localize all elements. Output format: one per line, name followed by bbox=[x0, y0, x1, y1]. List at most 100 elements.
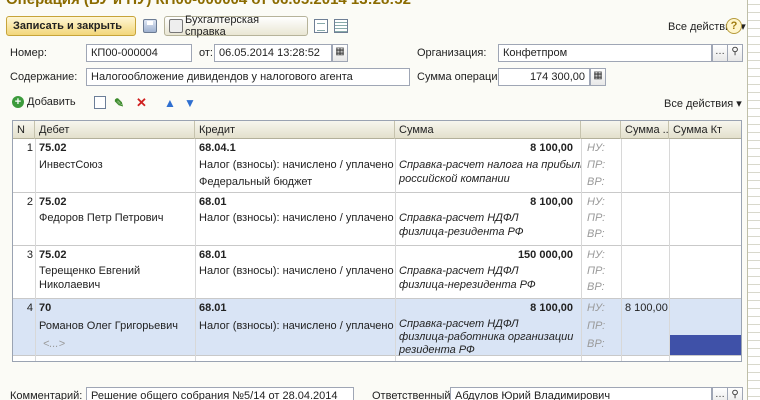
credit-subconto: Налог (взносы): начислено / уплачено bbox=[199, 265, 394, 277]
table-row-selected[interactable]: 4 70 Романов Олег Григорьевич <...> 68.0… bbox=[13, 299, 741, 356]
row-number: 1 bbox=[26, 142, 33, 154]
organization-label: Организация: bbox=[417, 47, 487, 59]
main-toolbar: Записать и закрыть Бухгалтерская справка… bbox=[6, 14, 746, 38]
copy-icon[interactable] bbox=[94, 96, 106, 109]
debit-account: 70 bbox=[39, 302, 52, 314]
date-field[interactable]: 06.05.2014 13:28:52 bbox=[214, 44, 332, 62]
delete-icon[interactable]: ✕ bbox=[136, 96, 147, 109]
entries-table: N Дебет Кредит Сумма Сумма ... Сумма Кт … bbox=[12, 120, 742, 362]
list-icon[interactable] bbox=[334, 19, 348, 33]
entry-description: резидента РФ bbox=[399, 344, 475, 356]
save-icon[interactable] bbox=[143, 19, 157, 33]
row-number: 4 bbox=[26, 302, 33, 314]
header-debit[interactable]: Дебет bbox=[35, 121, 195, 139]
table-header: N Дебет Кредит Сумма Сумма ... Сумма Кт bbox=[13, 121, 741, 139]
entry-description: российской компании bbox=[399, 173, 510, 185]
active-cell-highlight[interactable] bbox=[669, 335, 741, 355]
header-n[interactable]: N bbox=[13, 121, 35, 139]
content-field[interactable]: Налогообложение дивидендов у налогового … bbox=[86, 68, 410, 86]
row-number: 3 bbox=[26, 249, 33, 261]
column-divider bbox=[621, 139, 622, 361]
credit-account: 68.04.1 bbox=[199, 142, 236, 154]
column-divider bbox=[195, 139, 196, 361]
number-field[interactable]: КП00-000004 bbox=[86, 44, 192, 62]
torn-edge bbox=[748, 0, 760, 400]
organization-field[interactable]: Конфетпром bbox=[498, 44, 712, 62]
document-window: Операция (БУ и НУ) КП00-000004 от 06.05.… bbox=[0, 0, 748, 400]
debit-subconto-empty: <...> bbox=[43, 338, 66, 350]
row-number: 2 bbox=[26, 196, 33, 208]
vr-label: ВР: bbox=[587, 281, 605, 293]
entry-description: физлица-резидента РФ bbox=[399, 226, 524, 238]
search-icon[interactable]: ⚲ bbox=[727, 44, 743, 62]
credit-subconto: Налог (взносы): начислено / уплачено bbox=[199, 212, 394, 224]
column-divider bbox=[395, 139, 396, 361]
credit-account: 68.01 bbox=[199, 302, 227, 314]
credit-subconto: Налог (взносы): начислено / уплачено bbox=[199, 320, 394, 332]
move-down-icon[interactable]: ▼ bbox=[184, 97, 196, 109]
add-label: Добавить bbox=[27, 96, 76, 108]
entry-description: Справка-расчет НДФЛ bbox=[399, 212, 519, 224]
accounting-reference-button[interactable]: Бухгалтерская справка bbox=[164, 14, 308, 38]
calendar-icon[interactable]: ▦ bbox=[332, 44, 348, 62]
debit-account: 75.02 bbox=[39, 196, 67, 208]
from-label: от: bbox=[199, 47, 213, 59]
header-sum-kt[interactable]: Сумма Кт bbox=[669, 121, 741, 139]
nu-label: НУ: bbox=[587, 249, 605, 261]
operation-sum-field[interactable]: 174 300,00 bbox=[498, 68, 590, 86]
sum-value: 8 100,00 bbox=[530, 302, 573, 314]
pr-label: ПР: bbox=[587, 265, 606, 277]
calculator-icon[interactable]: ▦ bbox=[590, 68, 606, 86]
header-tax[interactable] bbox=[581, 121, 621, 139]
nu-label: НУ: bbox=[587, 302, 605, 314]
content-label: Содержание: bbox=[10, 71, 78, 83]
help-icon[interactable]: ? bbox=[726, 18, 742, 34]
debit-account: 75.02 bbox=[39, 249, 67, 261]
table-toolbar: + Добавить ✎ ✕ ▲ ▼ Все действия ▾ bbox=[12, 94, 742, 112]
move-up-icon[interactable]: ▲ bbox=[164, 97, 176, 109]
accounting-reference-label: Бухгалтерская справка bbox=[185, 14, 260, 38]
entry-description: физлица-нерезидента РФ bbox=[399, 279, 536, 291]
credit-account: 68.01 bbox=[199, 196, 227, 208]
vr-label: ВР: bbox=[587, 228, 605, 240]
select-responsible-button[interactable]: … bbox=[712, 387, 728, 400]
header-sum[interactable]: Сумма bbox=[395, 121, 581, 139]
debit-account: 75.02 bbox=[39, 142, 67, 154]
edit-icon[interactable]: ✎ bbox=[114, 97, 126, 109]
nu-label: НУ: bbox=[587, 196, 605, 208]
credit-account: 68.01 bbox=[199, 249, 227, 261]
column-divider bbox=[669, 139, 670, 361]
nu-sum-value: 8 100,00 bbox=[625, 302, 668, 314]
column-divider bbox=[35, 139, 36, 361]
credit-subconto: Налог (взносы): начислено / уплачено bbox=[199, 159, 394, 171]
responsible-label: Ответственный: bbox=[372, 390, 454, 400]
nu-label: НУ: bbox=[587, 142, 605, 154]
debit-subconto: Романов Олег Григорьевич bbox=[39, 320, 178, 332]
document-icon[interactable] bbox=[314, 19, 328, 33]
vr-label: ВР: bbox=[587, 176, 605, 188]
table-row[interactable]: 3 75.02 Терещенко Евгений Николаевич 68.… bbox=[13, 246, 741, 299]
debit-subconto: Николаевич bbox=[39, 279, 101, 291]
table-all-actions-menu[interactable]: Все действия ▾ bbox=[664, 97, 742, 110]
comment-field[interactable]: Решение общего собрания №5/14 от 28.04.2… bbox=[86, 387, 354, 400]
entry-description: Справка-расчет НДФЛ bbox=[399, 265, 519, 277]
add-button[interactable]: + Добавить bbox=[12, 96, 76, 108]
table-row[interactable]: 1 75.02 ИнвестСоюз 68.04.1 Налог (взносы… bbox=[13, 139, 741, 193]
sum-value: 150 000,00 bbox=[517, 249, 573, 261]
pr-label: ПР: bbox=[587, 159, 606, 171]
table-row[interactable]: 2 75.02 Федоров Петр Петрович 68.01 Нало… bbox=[13, 193, 741, 246]
save-and-close-button[interactable]: Записать и закрыть bbox=[6, 16, 136, 36]
window-title: Операция (БУ и НУ) КП00-000004 от 06.05.… bbox=[6, 0, 411, 8]
column-divider bbox=[581, 139, 582, 361]
vr-label: ВР: bbox=[587, 338, 605, 350]
header-credit[interactable]: Кредит bbox=[195, 121, 395, 139]
search-icon[interactable]: ⚲ bbox=[727, 387, 743, 400]
responsible-field[interactable]: Абдулов Юрий Владимирович bbox=[450, 387, 712, 400]
add-icon: + bbox=[12, 96, 24, 108]
number-label: Номер: bbox=[10, 47, 47, 59]
header-sum-dt[interactable]: Сумма ... bbox=[621, 121, 669, 139]
select-organization-button[interactable]: … bbox=[712, 44, 728, 62]
sum-value: 8 100,00 bbox=[530, 142, 573, 154]
pr-label: ПР: bbox=[587, 320, 606, 332]
debit-subconto: ИнвестСоюз bbox=[39, 159, 103, 171]
